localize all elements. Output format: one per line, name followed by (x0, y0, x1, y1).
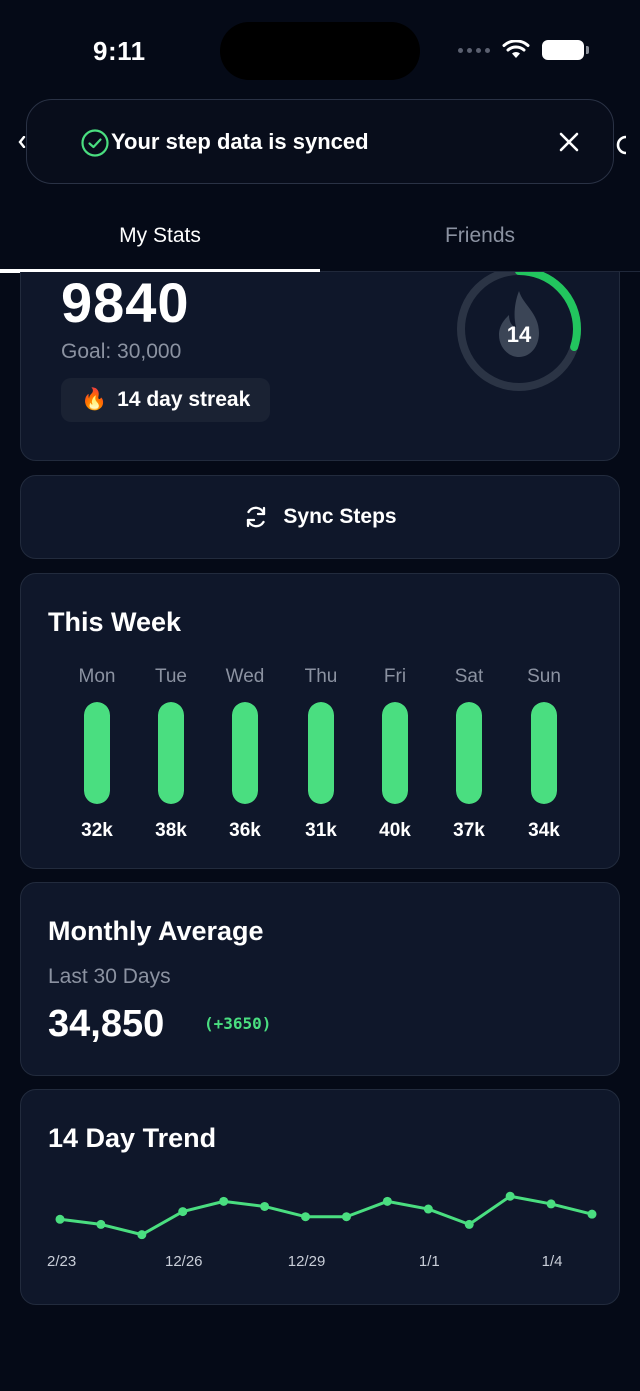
week-bar (382, 702, 408, 804)
week-bar-track (531, 702, 557, 804)
trend-point (96, 1219, 106, 1229)
trend-point (464, 1219, 474, 1229)
week-bar (456, 702, 482, 804)
refresh-icon (247, 506, 266, 528)
week-day-column: Mon 32k (67, 666, 127, 842)
battery-icon (542, 40, 589, 60)
trend-point (546, 1199, 556, 1209)
week-day-value: 36k (229, 820, 261, 841)
trend-point (341, 1212, 351, 1222)
tab-bar: My Stats Friends (0, 200, 640, 273)
status-time: 9:11 (93, 36, 146, 66)
trend-x-tick-label: 2/23 (47, 1253, 76, 1270)
trend-point (505, 1191, 515, 1201)
this-week-card: This Week Mon 32k Tue 38k Wed 36k Thu 31k Fri 40k… (20, 573, 620, 869)
week-day-label: Tue (154, 666, 188, 687)
week-day-column: Wed 36k (215, 666, 275, 842)
week-day-label: Thu (304, 666, 338, 687)
week-bar-track (232, 702, 258, 804)
week-day-label: Wed (225, 666, 265, 687)
trend-point (137, 1230, 147, 1240)
week-day-value: 37k (453, 820, 485, 841)
sync-steps-button[interactable]: Sync Steps (20, 475, 620, 559)
close-icon[interactable] (555, 128, 583, 156)
week-day-value: 38k (155, 820, 187, 841)
trend-point (382, 1196, 392, 1206)
sync-steps-label: Sync Steps (283, 505, 397, 528)
week-bar-track (158, 702, 184, 804)
week-bar (531, 702, 557, 804)
today-steps: 9840 (61, 272, 190, 334)
tab-friends[interactable]: Friends (320, 200, 640, 271)
trend-x-tick-label: 12/29 (288, 1253, 326, 1270)
week-day-column: Sat 37k (439, 666, 499, 842)
this-week-title: This Week (48, 607, 182, 637)
week-bar (158, 702, 184, 804)
week-day-column: Sun 34k (514, 666, 574, 842)
toast-message: Your step data is synced (111, 129, 369, 154)
trend-point (587, 1209, 597, 1219)
streak-badge: 🔥 14 day streak (61, 378, 271, 422)
week-day-column: Tue 38k (141, 666, 201, 842)
trend-card: 14 Day Trend 2/23 12/26 12/29 1/1 1/4 (20, 1089, 620, 1305)
trend-point (55, 1214, 65, 1224)
week-day-label: Mon (78, 666, 116, 687)
trend-line-chart: 2/23 12/26 12/29 1/1 1/4 (47, 1191, 597, 1270)
check-circle-icon (81, 129, 109, 157)
week-day-label: Sat (454, 666, 484, 687)
stats-scroll-area: 9840 Goal: 30,000 🔥 14 day streak 14 (0, 272, 640, 462)
week-day-value: 34k (528, 820, 560, 841)
dynamic-island (220, 22, 420, 80)
week-day-label: Fri (383, 666, 407, 687)
trend-point (260, 1201, 270, 1211)
week-day-label: Sun (527, 666, 561, 687)
week-day-value: 32k (81, 820, 113, 841)
step-goal: Goal: 30,000 (61, 340, 182, 363)
trend-x-tick-label: 1/4 (542, 1253, 563, 1270)
trend-point (423, 1204, 433, 1214)
tab-my-stats[interactable]: My Stats (0, 200, 320, 273)
week-bar-track (382, 702, 408, 804)
back-chevron-icon[interactable] (18, 136, 26, 148)
trend-point (178, 1207, 188, 1217)
trend-x-tick-label: 1/1 (419, 1253, 440, 1270)
streak-progress-ring: 14 (457, 272, 581, 391)
monthly-average-title: Monthly Average (48, 916, 264, 946)
fire-icon: 🔥 (81, 388, 108, 411)
ring-value: 14 (507, 322, 532, 347)
daily-stats-card: 9840 Goal: 30,000 🔥 14 day streak 14 (20, 272, 620, 461)
monthly-average-value: 34,850 (48, 1003, 165, 1045)
trend-point (301, 1212, 311, 1222)
monthly-average-card: Monthly Average Last 30 Days 34,850 (+36… (20, 882, 620, 1076)
monthly-subtitle: Last 30 Days (48, 965, 171, 988)
week-bar (84, 702, 110, 804)
trend-x-tick-label: 12/26 (165, 1253, 203, 1270)
week-day-column: Thu 31k (291, 666, 351, 842)
week-bar (308, 702, 334, 804)
week-bar-track (308, 702, 334, 804)
wifi-icon (502, 40, 530, 58)
sync-toast: Your step data is synced (26, 99, 614, 184)
trend-series-line (59, 1194, 593, 1237)
week-day-value: 31k (305, 820, 337, 841)
week-day-column: Fri 40k (365, 666, 425, 842)
trend-point (219, 1196, 229, 1206)
signal-icon (458, 47, 490, 53)
monthly-delta: (+3650) (204, 1014, 272, 1033)
status-icons (458, 40, 589, 60)
week-day-value: 40k (379, 820, 411, 841)
streak-label: 14 day streak (117, 388, 251, 411)
week-bar-track (456, 702, 482, 804)
week-bar (232, 702, 258, 804)
week-bar-track (84, 702, 110, 804)
